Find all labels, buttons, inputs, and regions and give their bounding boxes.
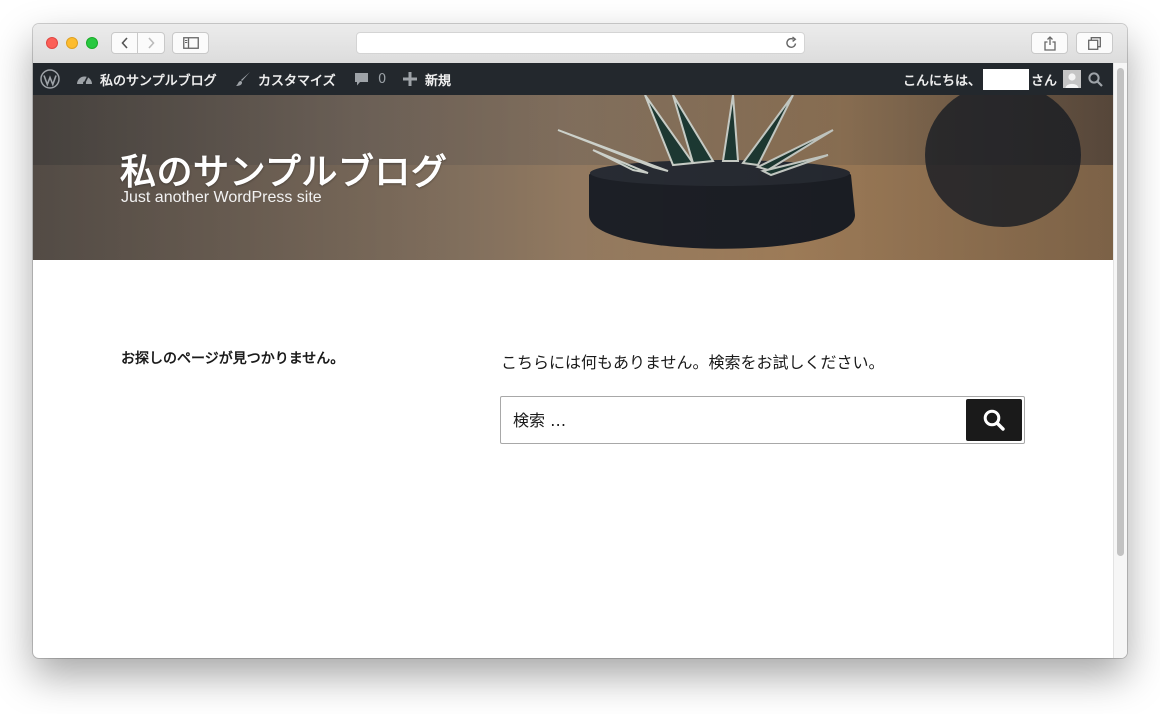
share-button[interactable] — [1031, 32, 1068, 54]
search-submit-button[interactable] — [966, 399, 1022, 441]
search-icon — [983, 409, 1005, 431]
chevron-left-icon — [120, 37, 128, 49]
search-input[interactable] — [502, 398, 962, 442]
greeting-prefix: こんにちは、 — [903, 73, 982, 89]
back-button[interactable] — [111, 32, 138, 54]
browser-toolbar — [33, 24, 1127, 64]
page-title: お探しのページが見つかりません。 — [121, 351, 345, 367]
adminbar-site-name-label: 私のサンプルブログ — [100, 73, 217, 89]
chevron-right-icon — [148, 37, 155, 49]
vertical-scrollbar[interactable] — [1113, 63, 1127, 658]
greeting-suffix: さん — [1031, 73, 1058, 89]
adminbar-customize[interactable]: カスタマイズ — [235, 63, 336, 95]
site-title[interactable]: 私のサンプルブログ — [120, 143, 447, 195]
search-icon — [1088, 71, 1103, 87]
adminbar-new-label: 新規 — [425, 73, 452, 89]
maximize-window-button[interactable] — [86, 37, 98, 49]
scrollbar-thumb[interactable] — [1117, 68, 1124, 556]
wp-logo-menu[interactable] — [40, 63, 60, 95]
adminbar-search-button[interactable] — [1088, 63, 1103, 95]
sidebar-icon — [182, 37, 199, 49]
adminbar-site-name[interactable]: 私のサンプルブログ — [76, 63, 217, 95]
plus-icon — [403, 72, 417, 86]
address-bar[interactable] — [356, 32, 805, 54]
share-icon — [1043, 35, 1056, 51]
history-nav — [111, 32, 165, 54]
not-found-message: こちらには何もありません。検索をお試しください。 — [501, 353, 885, 372]
close-window-button[interactable] — [46, 37, 58, 49]
adminbar-comments[interactable]: 0 — [354, 63, 386, 95]
paintbrush-icon — [235, 71, 251, 87]
site-header: 私のサンプルブログ Just another WordPress site — [33, 95, 1113, 260]
wordpress-logo-icon — [40, 69, 60, 89]
reload-icon[interactable] — [785, 35, 798, 54]
tabs-icon — [1088, 36, 1101, 50]
avatar — [1063, 70, 1082, 88]
adminbar-comments-count: 0 — [378, 71, 387, 87]
tabs-overview-button[interactable] — [1076, 32, 1113, 54]
site-description: Just another WordPress site — [121, 189, 322, 206]
sidebar-toggle-button[interactable] — [172, 32, 209, 54]
browser-window: 私のサンプルブログ カスタマイズ 0 新規 こんにちは、 さん 私のサンプルブロ… — [33, 24, 1127, 658]
comment-bubble-icon — [354, 72, 369, 87]
adminbar-customize-label: カスタマイズ — [258, 73, 336, 89]
search-form — [500, 396, 1025, 444]
forward-button[interactable] — [137, 32, 165, 54]
redacted-username — [983, 68, 1030, 90]
adminbar-my-account[interactable]: こんにちは、 さん — [903, 63, 1082, 95]
adminbar-new-content[interactable]: 新規 — [403, 63, 451, 95]
minimize-window-button[interactable] — [66, 37, 78, 49]
dashboard-gauge-icon — [76, 72, 93, 86]
wp-admin-bar: 私のサンプルブログ カスタマイズ 0 新規 こんにちは、 さん — [33, 63, 1113, 95]
